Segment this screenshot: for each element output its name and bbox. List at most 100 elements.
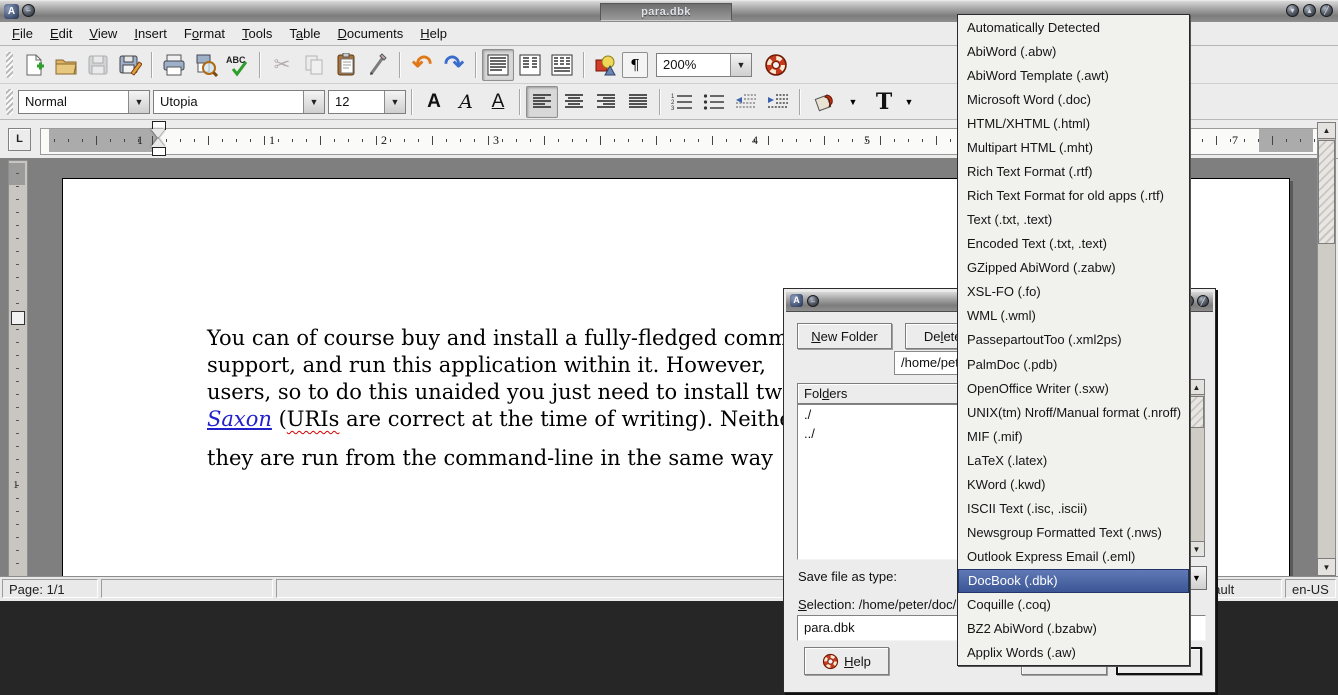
chevron-down-icon[interactable]: ▼ <box>128 91 149 113</box>
file-type-option[interactable]: Coquille (.coq) <box>958 593 1189 617</box>
help-button[interactable] <box>760 49 792 81</box>
toolbar-grip[interactable] <box>6 52 13 78</box>
file-type-option[interactable]: LaTeX (.latex) <box>958 448 1189 472</box>
undo-button[interactable]: ↶ <box>406 49 438 81</box>
dialog-window-menu-button[interactable]: – <box>807 295 819 307</box>
text-color-button[interactable]: T <box>868 86 900 118</box>
file-type-option[interactable]: KWord (.kwd) <box>958 472 1189 496</box>
paste-button[interactable] <box>330 49 362 81</box>
menu-format[interactable]: Format <box>184 26 225 41</box>
maximize-button[interactable]: ▴ <box>1303 4 1316 17</box>
print-preview-button[interactable] <box>190 49 222 81</box>
print-button[interactable] <box>158 49 190 81</box>
file-type-option[interactable]: Applix Words (.aw) <box>958 641 1189 665</box>
indent-marker-left[interactable] <box>152 147 166 156</box>
zoom-select[interactable]: 200% ▼ <box>656 53 752 77</box>
file-type-option[interactable]: Newsgroup Formatted Text (.nws) <box>958 521 1189 545</box>
chevron-down-icon[interactable]: ▼ <box>730 54 751 76</box>
file-type-option[interactable]: UNIX(tm) Nroff/Manual format (.nroff) <box>958 400 1189 424</box>
file-type-option[interactable]: Microsoft Word (.doc) <box>958 87 1189 111</box>
saxon-hyperlink[interactable]: Saxon <box>207 407 272 431</box>
font-select[interactable]: Utopia ▼ <box>153 90 325 114</box>
dialog-help-button[interactable]: Help <box>804 647 889 675</box>
style-select[interactable]: Normal ▼ <box>18 90 150 114</box>
indent-marker-lower[interactable] <box>151 138 165 147</box>
highlight-color-dropdown[interactable]: ▼ <box>844 86 862 118</box>
file-type-option[interactable]: XSL-FO (.fo) <box>958 280 1189 304</box>
file-type-option[interactable]: Rich Text Format (.rtf) <box>958 159 1189 183</box>
indent-marker-upper[interactable] <box>151 129 165 138</box>
formatting-marks-button[interactable]: ¶ <box>622 52 648 78</box>
window-menu-button[interactable]: – <box>22 4 35 17</box>
bold-button[interactable]: A <box>418 86 450 118</box>
page-view-button[interactable] <box>514 49 546 81</box>
menu-tools[interactable]: Tools <box>242 26 272 41</box>
text-color-dropdown[interactable]: ▼ <box>900 86 918 118</box>
redo-button[interactable]: ↷ <box>438 49 470 81</box>
scroll-down-button[interactable]: ▼ <box>1317 558 1336 576</box>
file-type-option[interactable]: GZipped AbiWord (.zabw) <box>958 256 1189 280</box>
file-type-option[interactable]: AbiWord Template (.awt) <box>958 63 1189 87</box>
save-as-button[interactable] <box>114 49 146 81</box>
folder-entry[interactable]: ../ <box>798 424 962 443</box>
menu-file[interactable]: File <box>12 26 33 41</box>
dialog-close-button[interactable]: ╱ <box>1197 295 1209 307</box>
chevron-down-icon[interactable]: ▼ <box>384 91 405 113</box>
file-type-option[interactable]: PassepartoutToo (.xml2ps) <box>958 328 1189 352</box>
spellcheck-button[interactable]: ABC <box>222 49 254 81</box>
highlight-color-button[interactable] <box>806 86 844 118</box>
file-type-option[interactable]: BZ2 AbiWord (.bzabw) <box>958 617 1189 641</box>
file-type-option[interactable]: MIF (.mif) <box>958 424 1189 448</box>
folder-entry[interactable]: ./ <box>798 405 962 424</box>
open-file-button[interactable] <box>50 49 82 81</box>
file-type-option[interactable]: OpenOffice Writer (.sxw) <box>958 376 1189 400</box>
files-scroll-down-button[interactable]: ▼ <box>1188 541 1205 557</box>
file-type-option[interactable]: AbiWord (.abw) <box>958 39 1189 63</box>
underline-button[interactable]: A <box>482 86 514 118</box>
language-indicator[interactable]: en-US <box>1285 579 1336 598</box>
normal-view-button[interactable] <box>482 49 514 81</box>
toolbar-grip[interactable] <box>6 89 13 115</box>
align-left-button[interactable] <box>526 86 558 118</box>
file-type-option[interactable]: Rich Text Format for old apps (.rtf) <box>958 184 1189 208</box>
tab-selector-button[interactable]: L <box>8 128 31 151</box>
folders-header[interactable]: Folders <box>797 383 963 404</box>
decrease-indent-button[interactable] <box>730 86 762 118</box>
numbered-list-button[interactable]: 123 <box>666 86 698 118</box>
folders-list[interactable]: ./ ../ <box>797 404 963 560</box>
file-type-option[interactable]: PalmDoc (.pdb) <box>958 352 1189 376</box>
font-size-select[interactable]: 12 ▼ <box>328 90 406 114</box>
align-center-button[interactable] <box>558 86 590 118</box>
new-folder-button[interactable]: New Folder <box>797 323 892 349</box>
file-type-option-selected[interactable]: DocBook (.dbk) <box>958 569 1189 593</box>
files-scroll-up-button[interactable]: ▲ <box>1188 379 1205 395</box>
scroll-up-button[interactable]: ▲ <box>1317 122 1336 139</box>
menu-help[interactable]: Help <box>420 26 447 41</box>
align-right-button[interactable] <box>590 86 622 118</box>
italic-button[interactable]: A <box>450 86 482 118</box>
file-type-option[interactable]: Text (.txt, .text) <box>958 208 1189 232</box>
minimize-button[interactable]: ▾ <box>1286 4 1299 17</box>
web-view-button[interactable] <box>546 49 578 81</box>
menu-insert[interactable]: Insert <box>134 26 167 41</box>
file-type-option[interactable]: Outlook Express Email (.eml) <box>958 545 1189 569</box>
chevron-down-icon[interactable]: ▼ <box>303 91 324 113</box>
file-type-option[interactable]: Automatically Detected <box>958 15 1189 39</box>
close-button[interactable]: ╱ <box>1320 4 1333 17</box>
menu-documents[interactable]: Documents <box>338 26 404 41</box>
file-type-option[interactable]: HTML/XHTML (.html) <box>958 111 1189 135</box>
scrollbar-thumb[interactable] <box>1318 140 1335 244</box>
increase-indent-button[interactable] <box>762 86 794 118</box>
files-scrollbar-thumb[interactable] <box>1189 396 1204 428</box>
menu-table[interactable]: Table <box>289 26 320 41</box>
file-type-option[interactable]: WML (.wml) <box>958 304 1189 328</box>
format-painter-button[interactable] <box>362 49 394 81</box>
bulleted-list-button[interactable] <box>698 86 730 118</box>
menu-edit[interactable]: Edit <box>50 26 72 41</box>
justify-button[interactable] <box>622 86 654 118</box>
file-type-option[interactable]: Multipart HTML (.mht) <box>958 135 1189 159</box>
menu-view[interactable]: View <box>89 26 117 41</box>
insert-symbol-button[interactable] <box>590 49 622 81</box>
file-type-option[interactable]: ISCII Text (.isc, .iscii) <box>958 496 1189 520</box>
new-document-button[interactable] <box>18 49 50 81</box>
